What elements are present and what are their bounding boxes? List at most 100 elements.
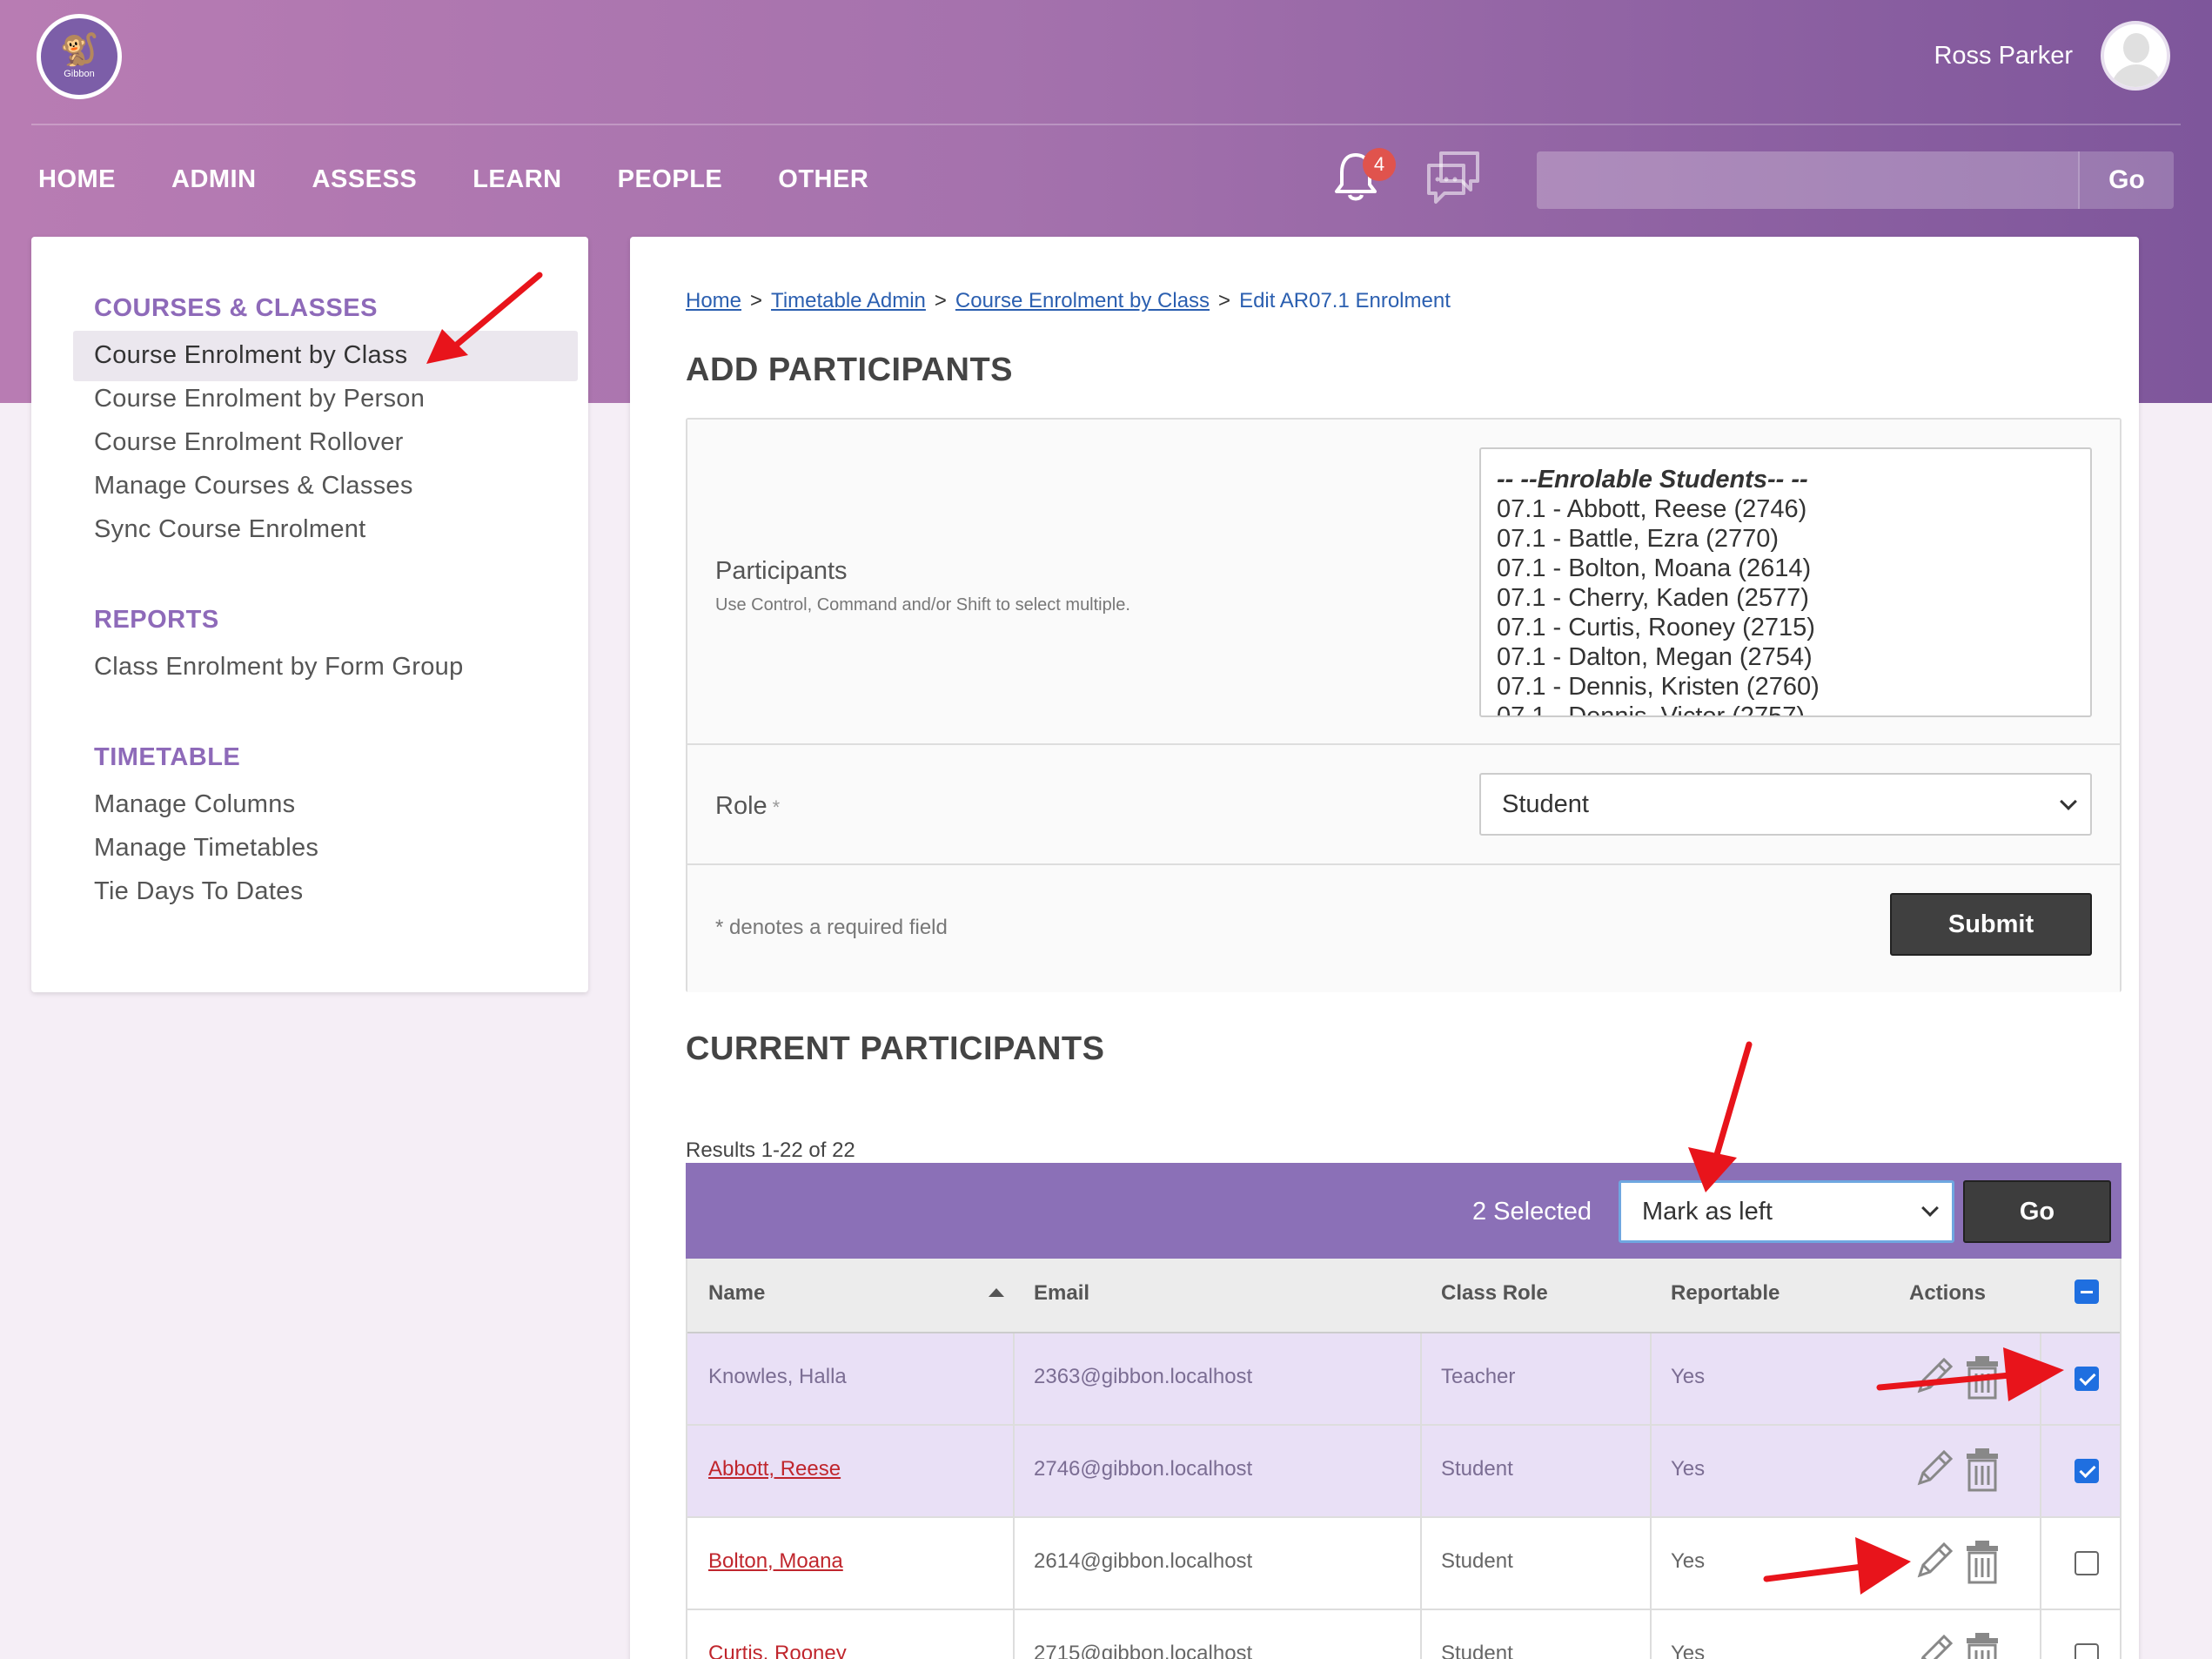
row-checkbox[interactable] [2075,1367,2099,1391]
user-avatar-icon[interactable] [2101,21,2170,91]
nav-home[interactable]: HOME [38,165,116,194]
role-label: Role * [715,792,780,821]
sidebar-item-manage-timetables[interactable]: Manage Timetables [94,834,318,863]
participant-reportable: Yes [1671,1549,1706,1573]
participant-email: 2363@gibbon.localhost [1034,1365,1253,1388]
gibbon-logo[interactable]: 🐒 Gibbon [37,14,122,99]
main-nav: HOME ADMIN ASSESS LEARN PEOPLE OTHER [38,165,924,194]
bulk-action-select[interactable]: Mark as left [1619,1180,1954,1243]
search-input[interactable] [1537,151,2078,209]
role-label-text: Role [715,792,767,820]
bulk-go-button[interactable]: Go [1963,1180,2111,1243]
sidebar-heading-reports: REPORTS [94,606,219,634]
participant-role: Student [1441,1457,1513,1481]
pencil-icon[interactable] [1913,1539,1956,1582]
add-participants-form: Participants Use Control, Command and/or… [686,418,2122,992]
table-header: Name Email Class Role Reportable Actions [687,1259,2120,1333]
breadcrumb-timetable-admin[interactable]: Timetable Admin [771,289,926,312]
participant-reportable: Yes [1671,1642,1706,1659]
gibbon-logo-icon: 🐒 [59,31,99,67]
current-participants-title: CURRENT PARTICIPANTS [686,1031,1105,1067]
nav-people[interactable]: PEOPLE [618,165,723,194]
bulk-action-value: Mark as left [1642,1197,1773,1226]
listbox-option[interactable]: 07.1 - Dennis, Victor (2757) [1497,702,2090,715]
participant-name-link[interactable]: Bolton, Moana [708,1549,843,1574]
pencil-icon[interactable] [1913,1447,1956,1490]
listbox-option[interactable]: 07.1 - Bolton, Moana (2614) [1497,554,2090,583]
add-participants-title: ADD PARTICIPANTS [686,352,1014,388]
sidebar-item-class-enrolment-by-form-group[interactable]: Class Enrolment by Form Group [94,653,464,682]
participant-name: Knowles, Halla [708,1365,847,1388]
bulk-action-bar: 2 Selected Mark as left Go [686,1163,2122,1259]
listbox-option[interactable]: 07.1 - Dalton, Megan (2754) [1497,642,2090,672]
row-checkbox[interactable] [2075,1643,2099,1659]
column-header-reportable[interactable]: Reportable [1671,1281,1780,1306]
breadcrumb-home[interactable]: Home [686,289,741,312]
sidebar-item-course-enrolment-rollover[interactable]: Course Enrolment Rollover [94,428,404,457]
sidebar-item-manage-columns[interactable]: Manage Columns [94,790,296,819]
trash-icon[interactable] [1965,1354,2000,1400]
breadcrumb-course-enrolment-by-class[interactable]: Course Enrolment by Class [955,289,1210,312]
sidebar-item-sync-course-enrolment[interactable]: Sync Course Enrolment [94,515,366,544]
sidebar-heading-timetable: TIMETABLE [94,743,241,771]
row-checkbox[interactable] [2075,1551,2099,1575]
participant-email: 2746@gibbon.localhost [1034,1457,1253,1481]
pencil-icon[interactable] [1913,1354,1956,1398]
user-name[interactable]: Ross Parker [1934,42,2073,71]
trash-icon[interactable] [1965,1631,2000,1659]
chat-icon[interactable] [1424,148,1483,205]
listbox-option[interactable]: 07.1 - Cherry, Kaden (2577) [1497,583,2090,613]
sort-up-icon[interactable] [989,1288,1004,1297]
nav-admin[interactable]: ADMIN [171,165,257,194]
participant-reportable: Yes [1671,1365,1706,1388]
nav-assess[interactable]: ASSESS [312,165,418,194]
column-header-class-role[interactable]: Class Role [1441,1281,1548,1306]
participants-row: Participants Use Control, Command and/or… [687,420,2120,745]
sidebar-item-course-enrolment-by-person[interactable]: Course Enrolment by Person [94,385,425,413]
participant-role: Teacher [1441,1365,1516,1388]
breadcrumb-separator: > [1218,289,1231,312]
sidebar-item-tie-days-to-dates[interactable]: Tie Days To Dates [94,877,303,906]
chevron-down-icon [1921,1199,1939,1217]
required-field-note: * denotes a required field [715,916,948,939]
listbox-option[interactable]: 07.1 - Battle, Ezra (2770) [1497,524,2090,554]
sidebar-item-manage-courses[interactable]: Manage Courses & Classes [94,472,413,500]
main-content: Home > Timetable Admin > Course Enrolment by… [630,237,2139,1659]
participant-name-link[interactable]: Abbott, Reese [708,1457,841,1481]
select-all-checkbox[interactable] [2075,1280,2099,1304]
breadcrumb: Home > Timetable Admin > Course Enrolment by… [686,289,1451,313]
trash-icon[interactable] [1965,1447,2000,1492]
listbox-option[interactable]: 07.1 - Dennis, Kristen (2760) [1497,672,2090,702]
participant-name-link[interactable]: Curtis, Rooney [708,1642,847,1659]
trash-icon[interactable] [1965,1539,2000,1584]
nav-learn[interactable]: LEARN [473,165,561,194]
participant-email: 2614@gibbon.localhost [1034,1549,1253,1573]
breadcrumb-separator: > [750,289,763,312]
column-header-email[interactable]: Email [1034,1281,1089,1306]
breadcrumb-current: Edit AR07.1 Enrolment [1239,289,1451,312]
row-checkbox[interactable] [2075,1459,2099,1483]
role-select[interactable]: Student [1479,773,2092,836]
required-star: * [772,796,781,818]
participant-reportable: Yes [1671,1457,1706,1481]
sidebar: COURSES & CLASSES Course Enrolment by Cl… [31,237,588,992]
notification-badge: 4 [1363,148,1396,181]
listbox-option[interactable]: 07.1 - Abbott, Reese (2746) [1497,494,2090,524]
participant-email: 2715@gibbon.localhost [1034,1642,1253,1659]
listbox-option[interactable]: 07.1 - Curtis, Rooney (2715) [1497,613,2090,642]
column-header-name[interactable]: Name [708,1281,765,1306]
table-row: Bolton, Moana 2614@gibbon.localhost Stud… [687,1518,2120,1610]
pencil-icon[interactable] [1913,1631,1956,1659]
submit-button[interactable]: Submit [1890,893,2092,956]
column-header-actions: Actions [1909,1281,1987,1305]
selected-count: 2 Selected [1472,1198,1592,1226]
search-go-button[interactable]: Go [2078,151,2174,209]
nav-other[interactable]: OTHER [778,165,868,194]
header-divider [31,124,2181,125]
role-select-value: Student [1502,789,1589,818]
participant-role: Student [1441,1549,1513,1573]
sidebar-item-course-enrolment-by-class[interactable]: Course Enrolment by Class [94,341,407,370]
table-row: Knowles, Halla 2363@gibbon.localhost Tea… [687,1333,2120,1426]
participants-listbox[interactable]: -- --Enrolable Students-- -- 07.1 - Abbo… [1479,447,2092,717]
participants-description: Use Control, Command and/or Shift to sel… [715,595,1130,615]
